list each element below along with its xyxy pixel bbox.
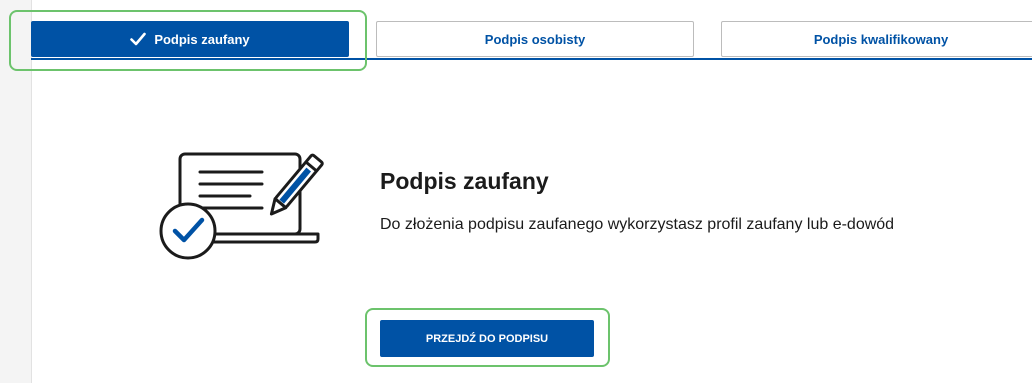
tab-label: Podpis kwalifikowany: [813, 31, 949, 47]
tab-label: Podpis zaufany: [154, 31, 250, 47]
go-to-signature-button[interactable]: PRZEJDŹ DO PODPISU: [380, 320, 594, 357]
content-description: Do złożenia podpisu zaufanego wykorzysta…: [380, 216, 895, 233]
check-icon: [130, 32, 147, 46]
tab-podpis-zaufany[interactable]: Podpis zaufany: [31, 21, 349, 57]
content-title: Podpis zaufany: [380, 168, 549, 194]
left-gutter: [0, 0, 32, 383]
tabs-underline: [31, 58, 1032, 60]
laptop-pen-checkmark-icon: [159, 152, 324, 260]
tab-podpis-kwalifikowany[interactable]: Podpis kwalifikowany: [721, 21, 1032, 57]
tab-podpis-osobisty[interactable]: Podpis osobisty: [376, 21, 694, 57]
tab-label: Podpis osobisty: [484, 31, 586, 47]
signature-page: Podpis zaufany Podpis osobisty Podpis kw…: [0, 0, 1032, 383]
